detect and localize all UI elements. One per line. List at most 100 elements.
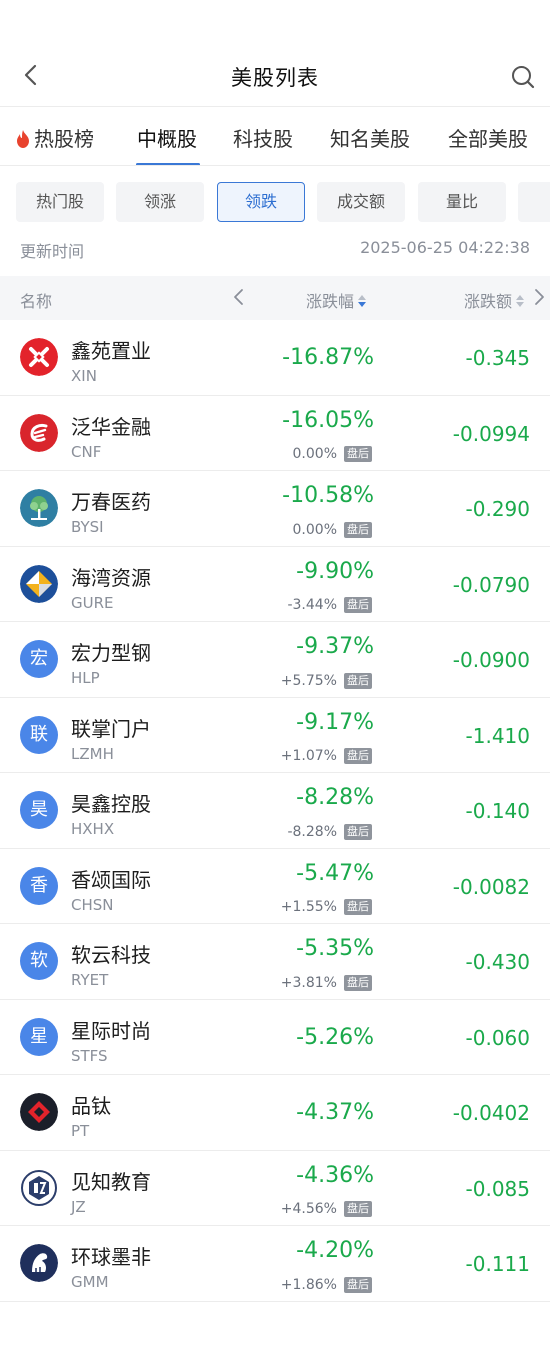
avatar-char: 宏 <box>30 648 48 669</box>
chip-volume-ratio[interactable]: 量比 <box>418 182 506 222</box>
after-hours-pct: +1.86% <box>280 1276 337 1293</box>
table-row[interactable]: 星 星际时尚 STFS -5.26% -0.060 <box>0 1000 550 1075</box>
after-hours: +1.07% 盘后 <box>281 746 372 764</box>
column-change-pct-label: 涨跌幅 <box>306 292 355 311</box>
after-hours-badge: 盘后 <box>344 748 372 764</box>
column-name: 名称 <box>20 292 53 311</box>
tab-tech[interactable]: 科技股 <box>233 123 293 152</box>
table-row[interactable]: 宏 宏力型钢 HLP -9.37% +5.75% 盘后 -0.0900 <box>0 622 550 698</box>
letter-avatar: 昊 <box>20 791 58 829</box>
change-amt: -0.0994 <box>452 421 530 446</box>
stock-ticker: GURE <box>71 593 114 612</box>
table-row[interactable]: 见知教育 JZ -4.36% +4.56% 盘后 -0.085 <box>0 1151 550 1226</box>
after-hours-badge: 盘后 <box>344 446 372 462</box>
column-change-pct[interactable]: 涨跌幅 <box>306 288 367 312</box>
change-pct: -5.47% <box>296 860 374 886</box>
avatar-char: 香 <box>30 874 48 896</box>
stock-ticker: RYET <box>71 971 109 989</box>
stock-list: 鑫苑置业 XIN -16.87% -0.345 泛华金融 CNF -16.05%… <box>0 320 550 1302</box>
table-row[interactable]: 环球墨非 GMM -4.20% +1.86% 盘后 -0.111 <box>0 1226 550 1302</box>
after-hours-pct: -8.28% <box>287 823 337 840</box>
table-row[interactable]: 联 联掌门户 LZMH -9.17% +1.07% 盘后 -1.410 <box>0 698 550 773</box>
chip-losers[interactable]: 领跌 <box>217 182 305 222</box>
chip-turnover[interactable]: 成交额 <box>317 182 405 222</box>
stock-ticker: CNF <box>71 442 102 461</box>
change-amt: -0.140 <box>465 799 530 823</box>
stock-name: 软云科技 <box>71 943 151 967</box>
stock-ticker: CHSN <box>71 895 114 914</box>
stock-ticker: HLP <box>71 669 100 687</box>
change-amt: -1.410 <box>465 723 530 748</box>
jz-logo-icon <box>20 1168 58 1207</box>
pt-logo-icon <box>20 1093 58 1131</box>
avatar-char: 联 <box>30 723 48 745</box>
tab-famous[interactable]: 知名美股 <box>330 123 410 152</box>
chip-turnover-rate[interactable]: 换 <box>518 182 550 222</box>
active-tab-indicator <box>136 163 200 165</box>
stock-name: 联掌门户 <box>71 716 151 741</box>
stock-ticker: HXHX <box>71 820 115 838</box>
change-amt: -0.0900 <box>452 648 530 672</box>
stock-ticker: PT <box>71 1122 90 1140</box>
xin-logo-icon <box>20 338 58 376</box>
search-icon[interactable] <box>510 64 536 90</box>
table-row[interactable]: 香 香颂国际 CHSN -5.47% +1.55% 盘后 -0.0082 <box>0 849 550 924</box>
table-row[interactable]: 昊 昊鑫控股 HXHX -8.28% -8.28% 盘后 -0.140 <box>0 773 550 849</box>
page-title: 美股列表 <box>231 66 319 90</box>
after-hours: -8.28% 盘后 <box>287 821 372 840</box>
after-hours: +4.56% 盘后 <box>281 1199 372 1217</box>
chip-gainers[interactable]: 领涨 <box>116 182 204 222</box>
after-hours: 0.00% 盘后 <box>293 444 372 462</box>
update-time-label: 更新时间 <box>20 242 85 261</box>
tab-hot[interactable]: 热股榜 <box>16 123 94 152</box>
letter-avatar: 联 <box>20 715 58 754</box>
after-hours-badge: 盘后 <box>344 823 372 840</box>
table-row[interactable]: 海湾资源 GURE -9.90% -3.44% 盘后 -0.0790 <box>0 547 550 622</box>
column-change-amt[interactable]: 涨跌额 <box>464 288 525 312</box>
letter-avatar: 星 <box>20 1017 58 1056</box>
change-pct: -8.28% <box>296 785 374 810</box>
change-amt: -0.0082 <box>452 874 530 899</box>
table-row[interactable]: 泛华金融 CNF -16.05% 0.00% 盘后 -0.0994 <box>0 396 550 471</box>
chip-popular[interactable]: 热门股 <box>16 182 104 222</box>
stock-name: 香颂国际 <box>71 867 151 892</box>
change-pct: -16.87% <box>282 345 374 370</box>
table-row[interactable]: 鑫苑置业 XIN -16.87% -0.345 <box>0 320 550 396</box>
chevron-right-icon[interactable] <box>532 288 546 306</box>
change-amt: -0.060 <box>465 1025 530 1050</box>
tab-china-concept[interactable]: 中概股 <box>137 123 197 152</box>
sort-desc-icon <box>358 295 367 307</box>
stock-name: 昊鑫控股 <box>71 792 151 816</box>
change-pct: -9.90% <box>296 558 374 584</box>
stock-name: 海湾资源 <box>71 565 151 590</box>
after-hours: -3.44% 盘后 <box>287 595 372 613</box>
change-pct: -5.35% <box>296 936 374 961</box>
table-row[interactable]: 品钛 PT -4.37% -0.0402 <box>0 1075 550 1151</box>
tab-all[interactable]: 全部美股 <box>448 123 528 152</box>
after-hours-pct: +3.81% <box>280 974 337 991</box>
stock-ticker: XIN <box>71 367 97 385</box>
after-hours: +1.86% 盘后 <box>280 1274 372 1293</box>
stock-name: 星际时尚 <box>71 1018 151 1043</box>
after-hours-badge: 盘后 <box>344 899 372 915</box>
stock-name: 泛华金融 <box>71 414 151 439</box>
table-row[interactable]: 软 软云科技 RYET -5.35% +3.81% 盘后 -0.430 <box>0 924 550 1000</box>
after-hours-pct: -3.44% <box>287 597 337 613</box>
table-header: 名称 涨跌幅 涨跌额 <box>0 276 550 320</box>
change-amt: -0.290 <box>465 497 530 521</box>
change-pct: -5.26% <box>296 1024 374 1050</box>
stock-ticker: BYSI <box>71 518 104 536</box>
column-change-amt-label: 涨跌额 <box>464 292 513 311</box>
table-row[interactable]: 万春医药 BYSI -10.58% 0.00% 盘后 -0.290 <box>0 471 550 547</box>
nav-bar: 美股列表 <box>0 44 550 108</box>
stock-name: 鑫苑置业 <box>71 339 151 363</box>
change-pct: -4.36% <box>296 1162 374 1188</box>
flame-icon <box>17 130 29 148</box>
stock-name: 宏力型钢 <box>71 641 151 665</box>
change-amt: -0.085 <box>465 1176 530 1201</box>
avatar-char: 软 <box>30 950 48 971</box>
change-amt: -0.430 <box>465 950 530 974</box>
chevron-left-icon[interactable] <box>232 288 246 306</box>
after-hours-badge: 盘后 <box>344 672 372 689</box>
stock-ticker: GMM <box>71 1273 109 1291</box>
